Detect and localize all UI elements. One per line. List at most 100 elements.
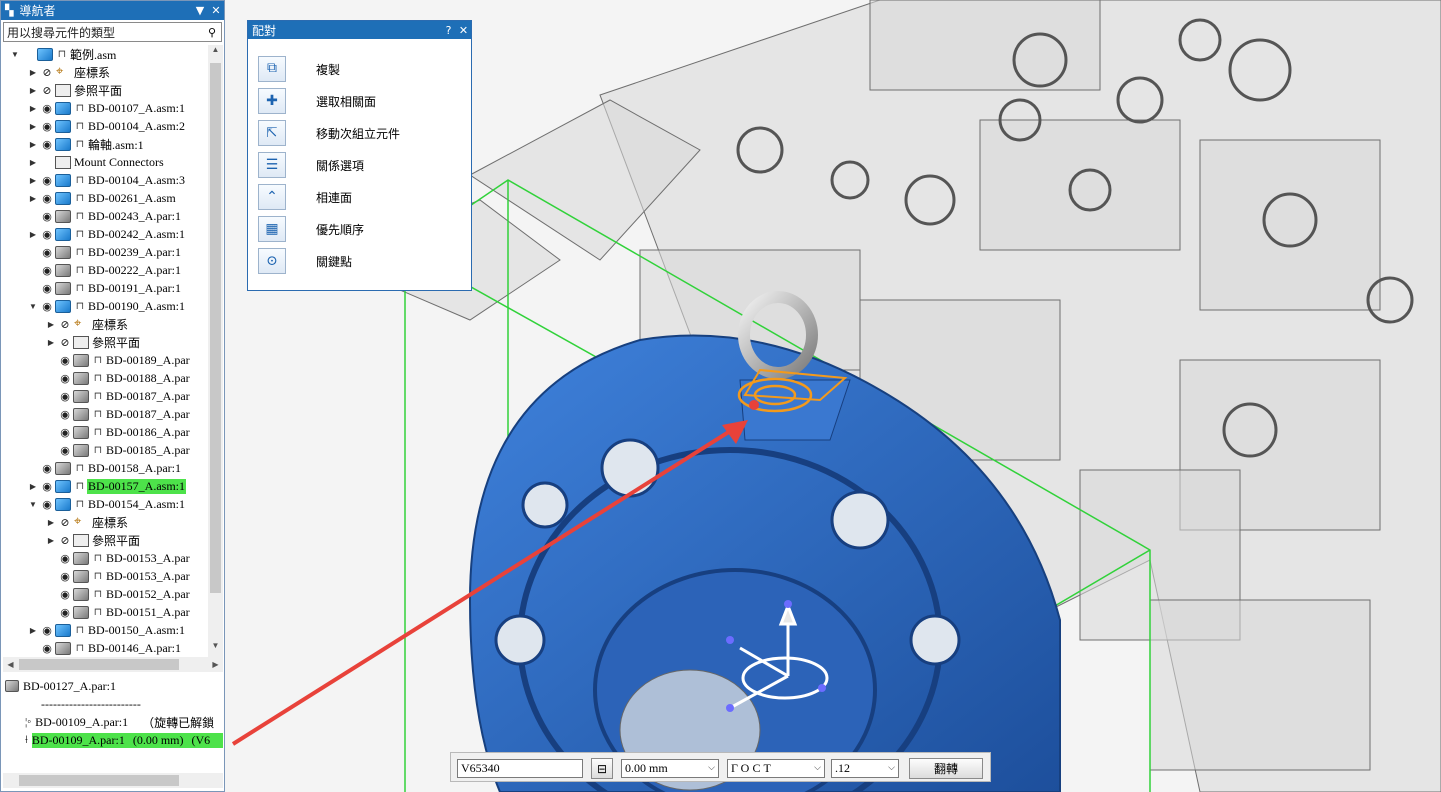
- chevron-down-icon[interactable]: ▼: [192, 4, 208, 17]
- tree-item[interactable]: ▶ Mount Connectors: [27, 153, 165, 171]
- relationship-horizontal-scrollbar[interactable]: [3, 773, 223, 788]
- expand-icon[interactable]: ▶: [45, 536, 57, 545]
- copy-icon[interactable]: ⧉: [258, 56, 286, 82]
- tree-item[interactable]: ▶⊘ 座標系: [45, 315, 129, 333]
- assemble-option[interactable]: ▦ 優先順序: [258, 215, 364, 243]
- scrollbar-thumb[interactable]: [19, 659, 179, 670]
- eye-icon[interactable]: ◉: [39, 480, 55, 493]
- eye-icon[interactable]: ◉: [39, 462, 55, 475]
- relationship-row[interactable]: ⟊ BD-00109_A.par:1 (0.00 mm) (V6: [25, 731, 223, 749]
- search-icon[interactable]: ⚲: [203, 26, 221, 39]
- eye-icon[interactable]: ◉: [39, 264, 55, 277]
- assemble-option[interactable]: ✚ 選取相關面: [258, 87, 376, 115]
- tree-item[interactable]: ◉ ⊓ BD-00243_A.par:1: [27, 207, 182, 225]
- priority-icon[interactable]: ▦: [258, 216, 286, 242]
- eye-icon[interactable]: ◉: [57, 372, 73, 385]
- eye-icon[interactable]: ◉: [39, 102, 55, 115]
- expand-icon[interactable]: ▶: [27, 482, 39, 491]
- eye-icon[interactable]: ◉: [57, 588, 73, 601]
- dimension-icon[interactable]: ⊟: [591, 758, 613, 779]
- assemble-option[interactable]: ☰ 關係選項: [258, 151, 364, 179]
- tree-item[interactable]: ▶ ◉ ⊓ BD-00104_A.asm:3: [27, 171, 186, 189]
- expand-icon[interactable]: ▶: [27, 140, 39, 149]
- collapse-icon[interactable]: ▼: [9, 50, 21, 59]
- collapse-icon[interactable]: ▼: [27, 302, 39, 311]
- chevron-down-icon[interactable]: ⌵: [708, 762, 715, 773]
- tree-item[interactable]: ◉ ⊓ BD-00189_A.par: [45, 351, 191, 369]
- eye-icon[interactable]: ◉: [57, 444, 73, 457]
- scroll-left-icon[interactable]: ◀: [3, 657, 18, 672]
- eye-icon[interactable]: ◉: [39, 624, 55, 637]
- relationship-row[interactable]: ¦◦ BD-00109_A.par:1 （旋轉已解鎖: [25, 713, 214, 731]
- eye-icon[interactable]: ◉: [39, 120, 55, 133]
- keypoint-icon[interactable]: ⊙: [258, 248, 286, 274]
- selected-part-row[interactable]: BD-00127_A.par:1: [5, 677, 116, 695]
- tree-item[interactable]: ▶ ◉ ⊓ 輪軸.asm:1: [27, 135, 145, 153]
- scroll-up-icon[interactable]: ▲: [208, 45, 223, 61]
- eye-icon[interactable]: ◉: [39, 228, 55, 241]
- eye-icon[interactable]: ◉: [39, 174, 55, 187]
- eye-hidden-icon[interactable]: ⊘: [39, 84, 55, 97]
- tree-item[interactable]: ◉ ⊓ BD-00188_A.par: [45, 369, 191, 387]
- tree-item[interactable]: ▶ ⊘ 參照平面: [45, 531, 141, 549]
- tree-item[interactable]: ◉ ⊓ BD-00153_A.par: [45, 567, 191, 585]
- tree-item[interactable]: ▶⊘ 座標系: [45, 513, 129, 531]
- assemble-option[interactable]: ⌃ 相連面: [258, 183, 352, 211]
- scroll-down-icon[interactable]: ▼: [208, 641, 223, 657]
- expand-icon[interactable]: ▶: [27, 104, 39, 113]
- tree-item[interactable]: ◉ ⊓ BD-00186_A.par: [45, 423, 191, 441]
- expand-icon[interactable]: ▶: [27, 626, 39, 635]
- relationship-name-field[interactable]: V65340: [457, 759, 583, 778]
- eye-icon[interactable]: ◉: [39, 210, 55, 223]
- scroll-right-icon[interactable]: ▶: [208, 657, 223, 672]
- size-dropdown[interactable]: .12 ⌵: [831, 759, 899, 778]
- tree-item[interactable]: ◉ ⊓ BD-00222_A.par:1: [27, 261, 182, 279]
- eye-hidden-icon[interactable]: ⊘: [57, 516, 73, 529]
- tree-item[interactable]: ▶ ◉ ⊓ BD-00157_A.asm:1: [27, 477, 186, 495]
- tree-item[interactable]: ▶ ⊘ 參照平面: [45, 333, 141, 351]
- tree-item[interactable]: ▶ ◉ ⊓ BD-00107_A.asm:1: [27, 99, 186, 117]
- offset-dropdown[interactable]: 0.00 mm ⌵: [621, 759, 719, 778]
- expand-icon[interactable]: ▶: [45, 338, 57, 347]
- assemble-option[interactable]: ⧉ 複製: [258, 55, 340, 83]
- assembly-tree[interactable]: ▼⊓範例.asm▶⊘座標系▶⊘參照平面▶◉⊓BD-00107_A.asm:1▶◉…: [3, 45, 208, 657]
- tree-item[interactable]: ▶ ◉ ⊓ BD-00150_A.asm:1: [27, 621, 186, 639]
- expand-icon[interactable]: ▶: [27, 176, 39, 185]
- expand-icon[interactable]: ▶: [45, 320, 57, 329]
- eye-icon[interactable]: ◉: [57, 570, 73, 583]
- assemble-option[interactable]: ⊙ 關鍵點: [258, 247, 352, 275]
- expand-icon[interactable]: ▶: [27, 230, 39, 239]
- tree-item[interactable]: ▶⊘ 座標系: [27, 63, 111, 81]
- font-dropdown[interactable]: ГОСТ ⌵: [727, 759, 825, 778]
- tree-item[interactable]: ◉ ⊓ BD-00185_A.par: [45, 441, 191, 459]
- collapse-icon[interactable]: ▼: [27, 500, 39, 509]
- eye-icon[interactable]: ◉: [39, 498, 55, 511]
- tree-item[interactable]: ▶ ◉ ⊓ BD-00104_A.asm:2: [27, 117, 186, 135]
- eye-icon[interactable]: ◉: [39, 282, 55, 295]
- tree-vertical-scrollbar[interactable]: ▲ ▼: [208, 45, 223, 657]
- move-subassembly-icon[interactable]: ⇱: [258, 120, 286, 146]
- tree-item[interactable]: ◉ ⊓ BD-00146_A.par:1: [27, 639, 182, 657]
- tree-item[interactable]: ◉ ⊓ BD-00153_A.par: [45, 549, 191, 567]
- tree-item[interactable]: ◉ ⊓ BD-00187_A.par: [45, 405, 191, 423]
- close-icon[interactable]: ✕: [208, 4, 224, 17]
- expand-icon[interactable]: ▶: [27, 122, 39, 131]
- tree-item[interactable]: ◉ ⊓ BD-00151_A.par: [45, 603, 191, 621]
- eye-icon[interactable]: ◉: [39, 192, 55, 205]
- scrollbar-thumb[interactable]: [19, 775, 179, 786]
- tree-horizontal-scrollbar[interactable]: ◀ ▶: [3, 657, 223, 672]
- eye-hidden-icon[interactable]: ⊘: [39, 66, 55, 79]
- eye-icon[interactable]: ◉: [57, 390, 73, 403]
- eye-icon[interactable]: ◉: [57, 354, 73, 367]
- tree-item[interactable]: ▼ ⊓ 範例.asm: [9, 45, 117, 63]
- chevron-down-icon[interactable]: ⌵: [888, 762, 895, 773]
- eye-icon[interactable]: ◉: [39, 246, 55, 259]
- select-faces-icon[interactable]: ✚: [258, 88, 286, 114]
- expand-icon[interactable]: ▶: [27, 158, 39, 167]
- eye-hidden-icon[interactable]: ⊘: [57, 534, 73, 547]
- chevron-down-icon[interactable]: ⌵: [814, 762, 821, 773]
- eye-hidden-icon[interactable]: ⊘: [57, 336, 73, 349]
- eye-icon[interactable]: ◉: [57, 408, 73, 421]
- tree-item[interactable]: ▼ ◉ ⊓ BD-00190_A.asm:1: [27, 297, 186, 315]
- flip-button[interactable]: 翻轉: [909, 758, 983, 779]
